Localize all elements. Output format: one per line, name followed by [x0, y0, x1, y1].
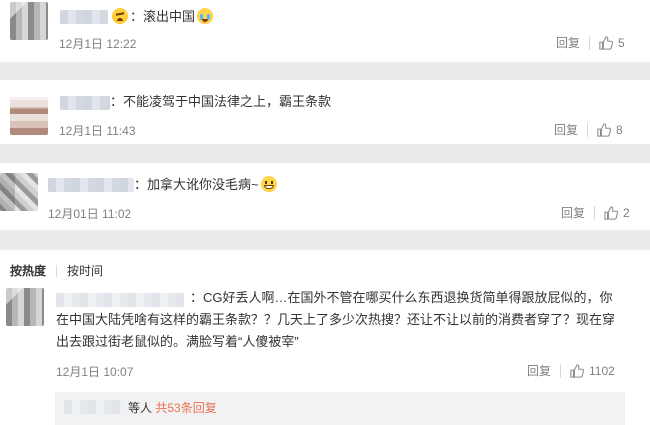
comment-text-line-2: 在中国大陆凭啥有这样的霸王条款？？几天上了多少次热搜？还让不让以前的消费者穿了？… [56, 312, 616, 327]
like-button[interactable]: 8 [597, 123, 623, 137]
comment-time: 12月1日 10:07 [56, 365, 134, 379]
username[interactable] [60, 96, 110, 110]
divider [560, 363, 562, 378]
reply-button[interactable]: 回复 [561, 204, 585, 221]
comment-body: 加拿大讹你没毛病~ [147, 177, 259, 192]
comment-actions: 回复 2 [561, 204, 630, 221]
avatar[interactable] [10, 97, 48, 135]
comment-body: 滚出中国 [143, 9, 196, 24]
comment-text-line-3: 出去跟过街老鼠似的。满脸写着“人傻被宰” [56, 334, 299, 349]
comment-card-2: ：不能凌驾于中国法律之上，霸王条款 12月1日 11:43 回复 8 [0, 80, 650, 144]
comment-text: ：滚出中国 [110, 7, 215, 27]
grinning-face-icon [260, 176, 277, 192]
like-button[interactable]: 1102 [570, 364, 615, 378]
username[interactable] [60, 10, 108, 24]
view-all-replies-link[interactable]: 共53条回复 [155, 401, 216, 415]
sub-reply-usernames[interactable] [64, 400, 124, 414]
divider [56, 264, 58, 277]
comment-actions: 回复 5 [556, 34, 625, 51]
reply-button[interactable]: 回复 [527, 362, 551, 379]
avatar[interactable] [0, 173, 38, 211]
comment-text: ：加拿大讹你没毛病~ [134, 175, 279, 195]
thumbs-up-icon [570, 363, 585, 378]
sort-tabs: 按热度 按时间 [10, 262, 103, 279]
divider [587, 122, 589, 137]
username[interactable] [48, 178, 134, 192]
like-count: 2 [623, 205, 630, 220]
angry-face-icon [112, 8, 128, 24]
like-button[interactable]: 5 [599, 36, 625, 50]
crying-face-icon [197, 8, 214, 24]
avatar[interactable] [10, 2, 48, 40]
comment-card-1: ：滚出中国 12月1日 12:22 回复 5 [0, 0, 650, 62]
like-button[interactable]: 2 [604, 206, 630, 220]
comment-actions: 回复 8 [554, 121, 623, 138]
tab-sort-by-time[interactable]: 按时间 [67, 262, 103, 279]
reply-button[interactable]: 回复 [556, 34, 580, 51]
comment-time: 12月01日 11:02 [48, 207, 132, 221]
comment-body: 不能凌驾于中国法律之上，霸王条款 [123, 94, 332, 109]
avatar[interactable] [6, 288, 44, 326]
sub-replies-prefix: 等人 [128, 401, 153, 415]
divider [589, 35, 591, 50]
thumbs-up-icon [599, 35, 614, 50]
thumbs-up-icon [597, 122, 612, 137]
username[interactable] [56, 293, 184, 307]
comment-text: ：不能凌驾于中国法律之上，霸王条款 [110, 94, 332, 109]
like-count: 1102 [589, 363, 615, 378]
comment-time: 12月1日 12:22 [59, 37, 137, 51]
comment-time: 12月1日 11:43 [59, 124, 136, 138]
thumbs-up-icon [604, 205, 619, 220]
divider [594, 205, 596, 220]
comment-text-line-1: ：CG好丢人啊…在国外不管在哪买什么东西退换货简单得跟放屁似的，你 [190, 290, 613, 305]
like-count: 5 [618, 35, 625, 50]
comment-actions: 回复 1102 [527, 362, 615, 379]
tab-sort-by-hot[interactable]: 按热度 [10, 262, 46, 279]
sub-replies-summary: 等人 共53条回复 [128, 399, 217, 416]
comment-card-3: ：加拿大讹你没毛病~ 12月01日 11:02 回复 2 [0, 163, 650, 230]
reply-button[interactable]: 回复 [554, 121, 578, 138]
like-count: 8 [616, 122, 623, 137]
